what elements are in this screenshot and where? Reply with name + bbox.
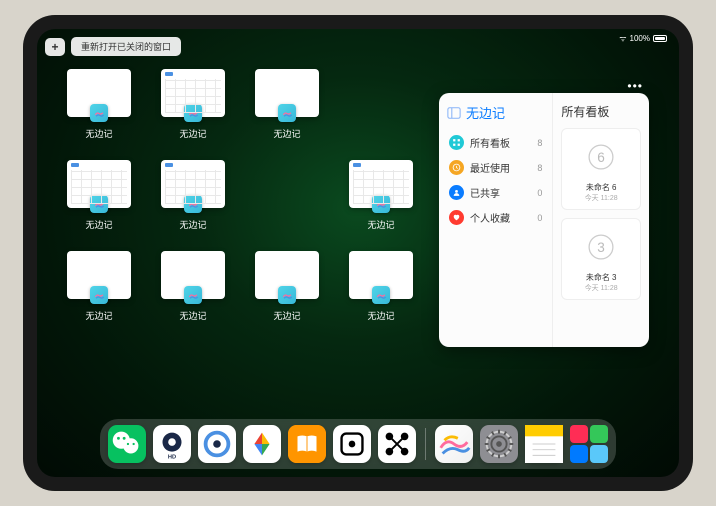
sidebar-panel: ••• 无边记 所有看板 8 最近使用 8 已共享 0 个人收藏 0 所有看板 … [439, 93, 649, 347]
svg-text:6: 6 [597, 150, 605, 165]
window-thumbnail[interactable]: 无边记 [161, 69, 225, 140]
dock-notes-icon[interactable] [525, 425, 563, 463]
sidebar-toggle-icon[interactable] [447, 106, 461, 120]
thumbnail-preview [67, 251, 131, 299]
window-label: 无边记 [179, 218, 206, 231]
dock-nodes-icon[interactable] [378, 425, 416, 463]
window-thumbnail[interactable]: 无边记 [161, 160, 225, 231]
clock-icon [449, 160, 464, 175]
board-name: 未命名 3 [568, 272, 634, 283]
board-date: 今天 11:28 [568, 193, 634, 203]
nav-row-count: 0 [537, 213, 542, 223]
svg-text:HD: HD [168, 454, 176, 460]
top-toolbar: + 重新打开已关闭的窗口 [45, 37, 181, 56]
board-preview: 3 [568, 225, 634, 269]
wifi-icon: ᯤ [619, 33, 626, 44]
board-date: 今天 11:28 [568, 283, 634, 293]
ipad-frame: ᯤ 100% + 重新打开已关闭的窗口 无边记 无边记 无边记 无边记 无边记 [23, 15, 693, 491]
nav-row-label: 个人收藏 [470, 210, 531, 225]
window-thumbnail[interactable]: 无边记 [349, 160, 413, 231]
nav-row-people[interactable]: 已共享 0 [447, 180, 544, 205]
new-window-button[interactable]: + [45, 38, 65, 56]
panel-header: 无边记 [447, 103, 544, 122]
freeform-app-icon [90, 195, 108, 213]
thumbnail-preview [67, 160, 131, 208]
dock-quark-icon[interactable] [198, 425, 236, 463]
nav-row-label: 所有看板 [470, 135, 531, 150]
dock-recent-apps[interactable] [570, 425, 608, 463]
window-label: 无边记 [85, 218, 112, 231]
window-grid: 无边记 无边记 无边记 无边记 无边记 无边记 无边 [67, 69, 413, 322]
thumbnail-preview [255, 69, 319, 117]
panel-left: 无边记 所有看板 8 最近使用 8 已共享 0 个人收藏 0 [439, 93, 553, 347]
thumbnail-preview [349, 251, 413, 299]
window-label: 无边记 [85, 127, 112, 140]
more-icon[interactable]: ••• [627, 79, 643, 93]
window-label: 无边记 [367, 218, 394, 231]
dock-play-icon[interactable] [243, 425, 281, 463]
status-bar: ᯤ 100% [619, 33, 667, 44]
heart-icon [449, 210, 464, 225]
window-label: 无边记 [179, 127, 206, 140]
thumbnail-preview [349, 160, 413, 208]
window-thumbnail[interactable]: 无边记 [349, 251, 413, 322]
dock-dice-icon[interactable] [333, 425, 371, 463]
nav-row-label: 最近使用 [470, 160, 531, 175]
window-label: 无边记 [273, 127, 300, 140]
freeform-app-icon [184, 286, 202, 304]
window-thumbnail[interactable]: 无边记 [255, 69, 319, 140]
dock: HD [100, 419, 616, 469]
nav-row-label: 已共享 [470, 185, 531, 200]
thumbnail-preview [255, 251, 319, 299]
dock-wechat-icon[interactable] [108, 425, 146, 463]
thumbnail-preview [161, 251, 225, 299]
thumbnail-preview [161, 160, 225, 208]
freeform-app-icon [278, 104, 296, 122]
people-icon [449, 185, 464, 200]
board-card[interactable]: 6 未命名 6 今天 11:28 [561, 128, 641, 210]
window-label: 无边记 [85, 309, 112, 322]
freeform-app-icon [90, 286, 108, 304]
grid-icon [449, 135, 464, 150]
panel-title: 无边记 [466, 103, 505, 122]
svg-text:3: 3 [597, 240, 605, 255]
thumbnail-preview [67, 69, 131, 117]
freeform-app-icon [372, 286, 390, 304]
screen: ᯤ 100% + 重新打开已关闭的窗口 无边记 无边记 无边记 无边记 无边记 [37, 29, 679, 477]
battery-icon [653, 35, 667, 42]
window-label: 无边记 [273, 309, 300, 322]
board-card[interactable]: 3 未命名 3 今天 11:28 [561, 218, 641, 300]
battery-text: 100% [630, 34, 650, 43]
board-name: 未命名 6 [568, 182, 634, 193]
panel-right-title: 所有看板 [561, 103, 641, 120]
freeform-app-icon [90, 104, 108, 122]
nav-row-grid[interactable]: 所有看板 8 [447, 130, 544, 155]
freeform-app-icon [184, 104, 202, 122]
nav-row-count: 8 [537, 163, 542, 173]
panel-right: 所有看板 6 未命名 6 今天 11:28 3 未命名 3 今天 11:28 [553, 93, 649, 347]
nav-row-count: 0 [537, 188, 542, 198]
window-thumbnail[interactable]: 无边记 [67, 160, 131, 231]
freeform-app-icon [372, 195, 390, 213]
window-thumbnail[interactable]: 无边记 [67, 251, 131, 322]
dock-books-icon[interactable] [288, 425, 326, 463]
nav-row-clock[interactable]: 最近使用 8 [447, 155, 544, 180]
board-preview: 6 [568, 135, 634, 179]
window-label: 无边记 [179, 309, 206, 322]
dock-freeform-icon[interactable] [435, 425, 473, 463]
window-thumbnail[interactable]: 无边记 [161, 251, 225, 322]
dock-settings-icon[interactable] [480, 425, 518, 463]
thumbnail-preview [161, 69, 225, 117]
window-label: 无边记 [367, 309, 394, 322]
dock-separator [425, 428, 426, 460]
nav-row-heart[interactable]: 个人收藏 0 [447, 205, 544, 230]
nav-row-count: 8 [537, 138, 542, 148]
dock-quark-hd-icon[interactable]: HD [153, 425, 191, 463]
window-thumbnail[interactable]: 无边记 [67, 69, 131, 140]
window-thumbnail[interactable]: 无边记 [255, 251, 319, 322]
reopen-closed-window-button[interactable]: 重新打开已关闭的窗口 [71, 37, 181, 56]
freeform-app-icon [278, 286, 296, 304]
freeform-app-icon [184, 195, 202, 213]
